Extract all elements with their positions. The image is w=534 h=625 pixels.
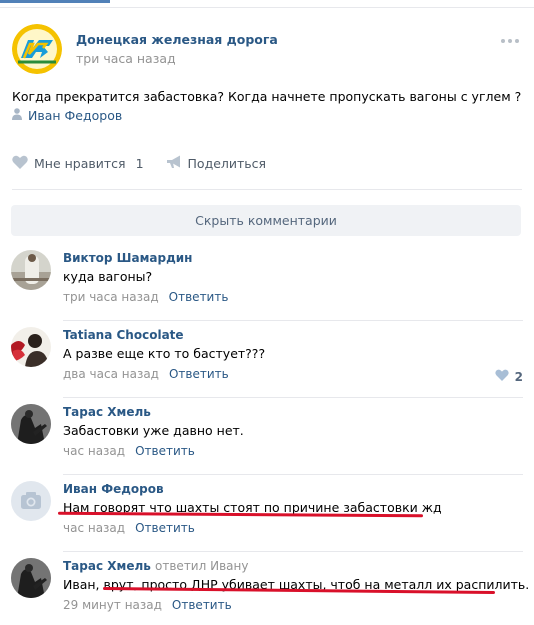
comment-time[interactable]: час назад (63, 521, 125, 535)
reply-link[interactable]: Ответить (169, 290, 229, 304)
hide-comments-button[interactable]: Скрыть комментарии (11, 205, 521, 236)
reply-link[interactable]: Ответить (169, 367, 229, 381)
like-label: Мне нравится (34, 156, 126, 171)
post-actions: Мне нравится 1 Поделиться (12, 155, 266, 172)
comment-item: Виктор Шамардин куда вагоны? три часа на… (11, 250, 523, 327)
comment-divider (63, 397, 523, 398)
group-avatar[interactable] (12, 24, 62, 74)
post-time[interactable]: три часа назад (76, 51, 176, 66)
post-header: Донецкая железная дорога три часа назад (12, 24, 522, 74)
more-options-icon[interactable] (498, 34, 522, 48)
comment-meta: три часа назад Ответить (63, 290, 228, 304)
comment-divider (63, 551, 523, 552)
comment-text: А разве еще кто то бастует??? (63, 346, 266, 361)
commenter-name-text[interactable]: Тарас Хмель (63, 559, 151, 573)
active-tab-indicator (0, 0, 110, 3)
comment-meta: час назад Ответить (63, 521, 195, 535)
commenter-avatar[interactable] (11, 404, 51, 444)
commenter-name[interactable]: Виктор Шамардин (63, 251, 192, 265)
signer-name: Иван Федоров (28, 108, 123, 123)
comment-meta: час назад Ответить (63, 444, 195, 458)
divider (12, 189, 522, 190)
user-icon (12, 108, 22, 123)
share-button[interactable]: Поделиться (166, 155, 267, 172)
comment-text: Забастовки уже давно нет. (63, 423, 244, 438)
commenter-name[interactable]: Тарас Хмель (63, 405, 151, 419)
reply-link[interactable]: Ответить (135, 444, 195, 458)
post-signer[interactable]: Иван Федоров (12, 108, 122, 123)
heart-icon (494, 369, 509, 384)
comment-meta: два часа назад Ответить (63, 367, 229, 381)
comment-text: куда вагоны? (63, 269, 153, 284)
comment-time[interactable]: 29 минут назад (63, 598, 162, 612)
commenter-name[interactable]: Иван Федоров (63, 482, 164, 496)
megaphone-icon (166, 155, 182, 172)
commenter-name[interactable]: Тарас Хмель ответил Ивану (63, 559, 248, 573)
comment-time[interactable]: три часа назад (63, 290, 159, 304)
comment-time[interactable]: час назад (63, 444, 125, 458)
comment-item: Иван Федоров Нам говорят что шахты стоят… (11, 481, 523, 558)
share-label: Поделиться (187, 156, 267, 171)
commenter-avatar[interactable] (11, 327, 51, 367)
comment-like-button[interactable]: 2 (494, 369, 523, 384)
post-author-link[interactable]: Донецкая железная дорога (76, 32, 278, 47)
replied-to-label[interactable]: ответил Ивану (155, 559, 248, 573)
comment-item: Tatiana Chocolate А разве еще кто то бас… (11, 327, 523, 404)
comment-time[interactable]: два часа назад (63, 367, 159, 381)
heart-icon (12, 155, 28, 172)
commenter-name[interactable]: Tatiana Chocolate (63, 328, 184, 342)
comment-item: Тарас Хмель Забастовки уже давно нет. ча… (11, 404, 523, 481)
commenter-avatar[interactable] (11, 558, 51, 598)
comment-meta: 29 минут назад Ответить (63, 598, 232, 612)
comment-divider (63, 320, 523, 321)
comment-like-count: 2 (514, 369, 523, 384)
like-count: 1 (135, 156, 144, 171)
reply-link[interactable]: Ответить (135, 521, 195, 535)
commenter-avatar[interactable] (11, 481, 51, 521)
like-button[interactable]: Мне нравится 1 (12, 155, 144, 172)
comment-divider (63, 474, 523, 475)
commenter-avatar[interactable] (11, 250, 51, 290)
reply-link[interactable]: Ответить (172, 598, 232, 612)
post-text: Когда прекратится забастовка? Когда начн… (12, 89, 522, 104)
